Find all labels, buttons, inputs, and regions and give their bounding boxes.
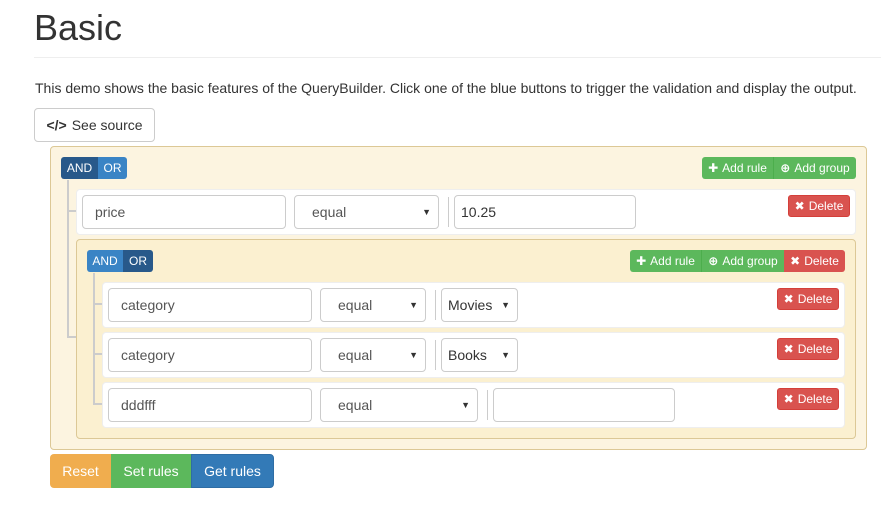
condition-and-button[interactable]: AND (87, 250, 123, 272)
rule-field-select[interactable]: price (82, 195, 286, 229)
rule-value-input[interactable] (493, 388, 675, 422)
rule-operator-select[interactable]: equal ▼ (320, 288, 426, 322)
chevron-down-icon: ▼ (409, 350, 418, 360)
page-description: This demo shows the basic features of th… (35, 80, 857, 96)
condition-toggle-root: AND OR (61, 157, 127, 179)
separator (448, 197, 449, 227)
see-source-label: See source (71, 117, 143, 133)
plus-icon: ✚ (708, 161, 719, 175)
chevron-down-icon: ▼ (409, 300, 418, 310)
separator (435, 340, 436, 370)
condition-or-button[interactable]: OR (123, 250, 153, 272)
add-group-button[interactable]: ⊕ Add group (702, 250, 784, 272)
see-source-button[interactable]: </> See source (34, 108, 155, 142)
remove-icon: ✖ (790, 254, 801, 268)
remove-icon: ✖ (794, 199, 805, 213)
delete-group-button[interactable]: ✖ Delete (784, 250, 845, 272)
chevron-down-icon: ▼ (461, 400, 470, 410)
remove-icon: ✖ (783, 342, 794, 356)
separator (487, 390, 488, 420)
rule-field-select[interactable]: dddfff (108, 388, 312, 422)
separator (435, 290, 436, 320)
delete-rule-button[interactable]: ✖ Delete (777, 288, 839, 310)
get-rules-button[interactable]: Get rules (191, 454, 274, 488)
delete-rule-button[interactable]: ✖ Delete (777, 338, 839, 360)
group-actions-nested: ✚ Add rule ⊕ Add group ✖ Delete (630, 250, 845, 272)
remove-icon: ✖ (783, 292, 794, 306)
group-actions-root: ✚ Add rule ⊕ Add group (702, 157, 856, 179)
delete-rule-button[interactable]: ✖ Delete (777, 388, 839, 410)
plus-circle-icon: ⊕ (780, 161, 791, 175)
add-group-button[interactable]: ⊕ Add group (774, 157, 856, 179)
set-rules-button[interactable]: Set rules (111, 454, 191, 488)
page-title: Basic (34, 7, 123, 48)
rule-value-select[interactable]: Books ▼ (441, 338, 518, 372)
remove-icon: ✖ (783, 392, 794, 406)
rule-operator-select[interactable]: equal ▼ (320, 388, 478, 422)
condition-toggle-nested: AND OR (87, 250, 153, 272)
rule-field-select[interactable]: category (108, 338, 312, 372)
rule-operator-select[interactable]: equal ▼ (294, 195, 439, 229)
rule-field-select[interactable]: category (108, 288, 312, 322)
add-rule-button[interactable]: ✚ Add rule (702, 157, 774, 179)
chevron-down-icon: ▼ (422, 207, 431, 217)
delete-rule-button[interactable]: ✖ Delete (788, 195, 850, 217)
connector-line (67, 180, 76, 212)
rule-value-input[interactable]: 10.25 (454, 195, 636, 229)
add-rule-button[interactable]: ✚ Add rule (630, 250, 702, 272)
condition-or-button[interactable]: OR (98, 157, 127, 179)
rule-value-select[interactable]: Movies ▼ (441, 288, 518, 322)
reset-button[interactable]: Reset (50, 454, 111, 488)
divider (34, 57, 881, 58)
code-icon: </> (46, 117, 67, 133)
condition-and-button[interactable]: AND (61, 157, 98, 179)
connector-line (67, 211, 76, 338)
chevron-down-icon: ▼ (501, 350, 510, 360)
chevron-down-icon: ▼ (501, 300, 510, 310)
plus-circle-icon: ⊕ (708, 254, 719, 268)
rule-operator-select[interactable]: equal ▼ (320, 338, 426, 372)
plus-icon: ✚ (636, 254, 647, 268)
